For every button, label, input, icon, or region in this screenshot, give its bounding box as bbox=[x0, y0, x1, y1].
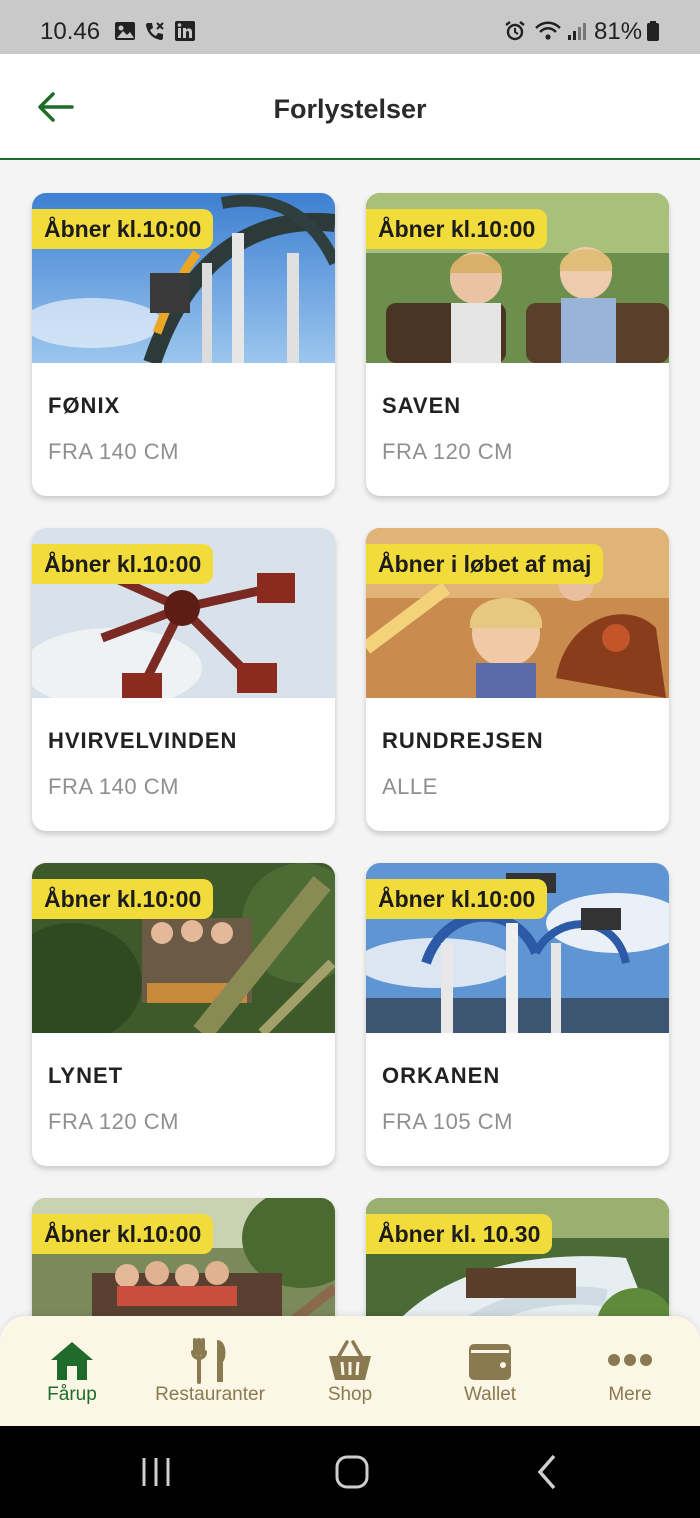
tab-shop[interactable]: Shop bbox=[280, 1316, 420, 1426]
linkedin-icon bbox=[175, 21, 195, 41]
app-header: Forlystelser bbox=[0, 54, 700, 160]
ride-name: FØNIX bbox=[48, 393, 121, 418]
missed-call-icon bbox=[146, 22, 164, 40]
signal-icon bbox=[568, 23, 586, 40]
bottom-tab-bar: Fårup Restauranter Shop Wallet Mere bbox=[0, 1316, 700, 1426]
ride-height: FRA 120 CM bbox=[382, 439, 513, 464]
ride-card[interactable]: Åbner kl.10:00 bbox=[32, 1198, 335, 1320]
opening-badge: Åbner kl.10:00 bbox=[366, 209, 548, 249]
ride-height: FRA 105 CM bbox=[382, 1109, 513, 1134]
tab-faarup[interactable]: Fårup bbox=[2, 1316, 142, 1426]
ride-name: SAVEN bbox=[382, 393, 462, 418]
tab-label: Shop bbox=[327, 1384, 373, 1405]
home-icon bbox=[51, 1342, 93, 1380]
status-bar: 10.46 81% bbox=[0, 0, 700, 54]
ride-height: FRA 140 CM bbox=[48, 774, 179, 799]
tab-label: Wallet bbox=[463, 1384, 517, 1405]
basket-icon bbox=[329, 1340, 371, 1380]
ride-height: FRA 140 CM bbox=[48, 439, 179, 464]
gallery-icon bbox=[115, 22, 135, 40]
ride-name: RUNDREJSEN bbox=[382, 728, 544, 753]
opening-badge: Åbner kl.10:00 bbox=[32, 544, 214, 584]
opening-badge: Åbner kl.10:00 bbox=[32, 209, 214, 249]
back-nav-icon[interactable] bbox=[528, 1452, 568, 1492]
ride-card[interactable]: Åbner kl.10:00 LYNET FRA 120 CM bbox=[32, 863, 335, 1166]
status-time: 10.46 bbox=[40, 18, 101, 45]
ride-card[interactable]: Åbner kl.10:00 FØNIX FRA 140 CM bbox=[32, 193, 335, 496]
tab-mere[interactable]: Mere bbox=[560, 1316, 700, 1426]
tab-restauranter[interactable]: Restauranter bbox=[140, 1316, 280, 1426]
ride-card[interactable]: Åbner kl.10:00 SAVEN FRA 120 CM bbox=[366, 193, 669, 496]
system-nav-bar bbox=[0, 1426, 700, 1518]
tab-wallet[interactable]: Wallet bbox=[420, 1316, 560, 1426]
more-dots-icon bbox=[608, 1354, 652, 1366]
opening-badge: Åbner kl.10:00 bbox=[32, 1214, 214, 1254]
ride-name: HVIRVELVINDEN bbox=[48, 728, 238, 753]
ride-grid: Åbner kl.10:00 FØNIX FRA 140 CM Åbner kl… bbox=[0, 160, 700, 1320]
opening-badge: Åbner i løbet af maj bbox=[366, 544, 604, 584]
wallet-icon bbox=[469, 1344, 511, 1380]
alarm-icon bbox=[505, 21, 525, 41]
page-title: Forlystelser bbox=[273, 94, 427, 124]
wifi-icon bbox=[535, 21, 561, 40]
opening-badge: Åbner kl.10:00 bbox=[366, 879, 548, 919]
tab-label: Fårup bbox=[47, 1384, 97, 1405]
ride-card[interactable]: Åbner kl.10:00 ORKANEN FRA 105 CM bbox=[366, 863, 669, 1166]
ride-card[interactable]: Åbner kl.10:00 HVIRVELVINDEN FRA 140 CM bbox=[32, 528, 335, 831]
battery-icon bbox=[647, 21, 659, 41]
ride-card[interactable]: Åbner kl. 10.30 bbox=[366, 1198, 669, 1320]
opening-badge: Åbner kl. 10.30 bbox=[366, 1214, 553, 1254]
ride-card[interactable]: Åbner i løbet af maj RUNDREJSEN ALLE bbox=[366, 528, 669, 831]
tab-label: Mere bbox=[608, 1384, 652, 1405]
fork-knife-icon bbox=[191, 1338, 226, 1384]
battery-level: 81% bbox=[594, 18, 643, 45]
tab-label: Restauranter bbox=[155, 1384, 265, 1405]
opening-badge: Åbner kl.10:00 bbox=[32, 879, 214, 919]
ride-name: LYNET bbox=[48, 1063, 124, 1088]
ride-height: ALLE bbox=[382, 774, 438, 799]
home-button-icon[interactable] bbox=[332, 1452, 372, 1492]
ride-name: ORKANEN bbox=[382, 1063, 501, 1088]
ride-height: FRA 120 CM bbox=[48, 1109, 179, 1134]
recent-apps-icon[interactable] bbox=[136, 1452, 176, 1492]
